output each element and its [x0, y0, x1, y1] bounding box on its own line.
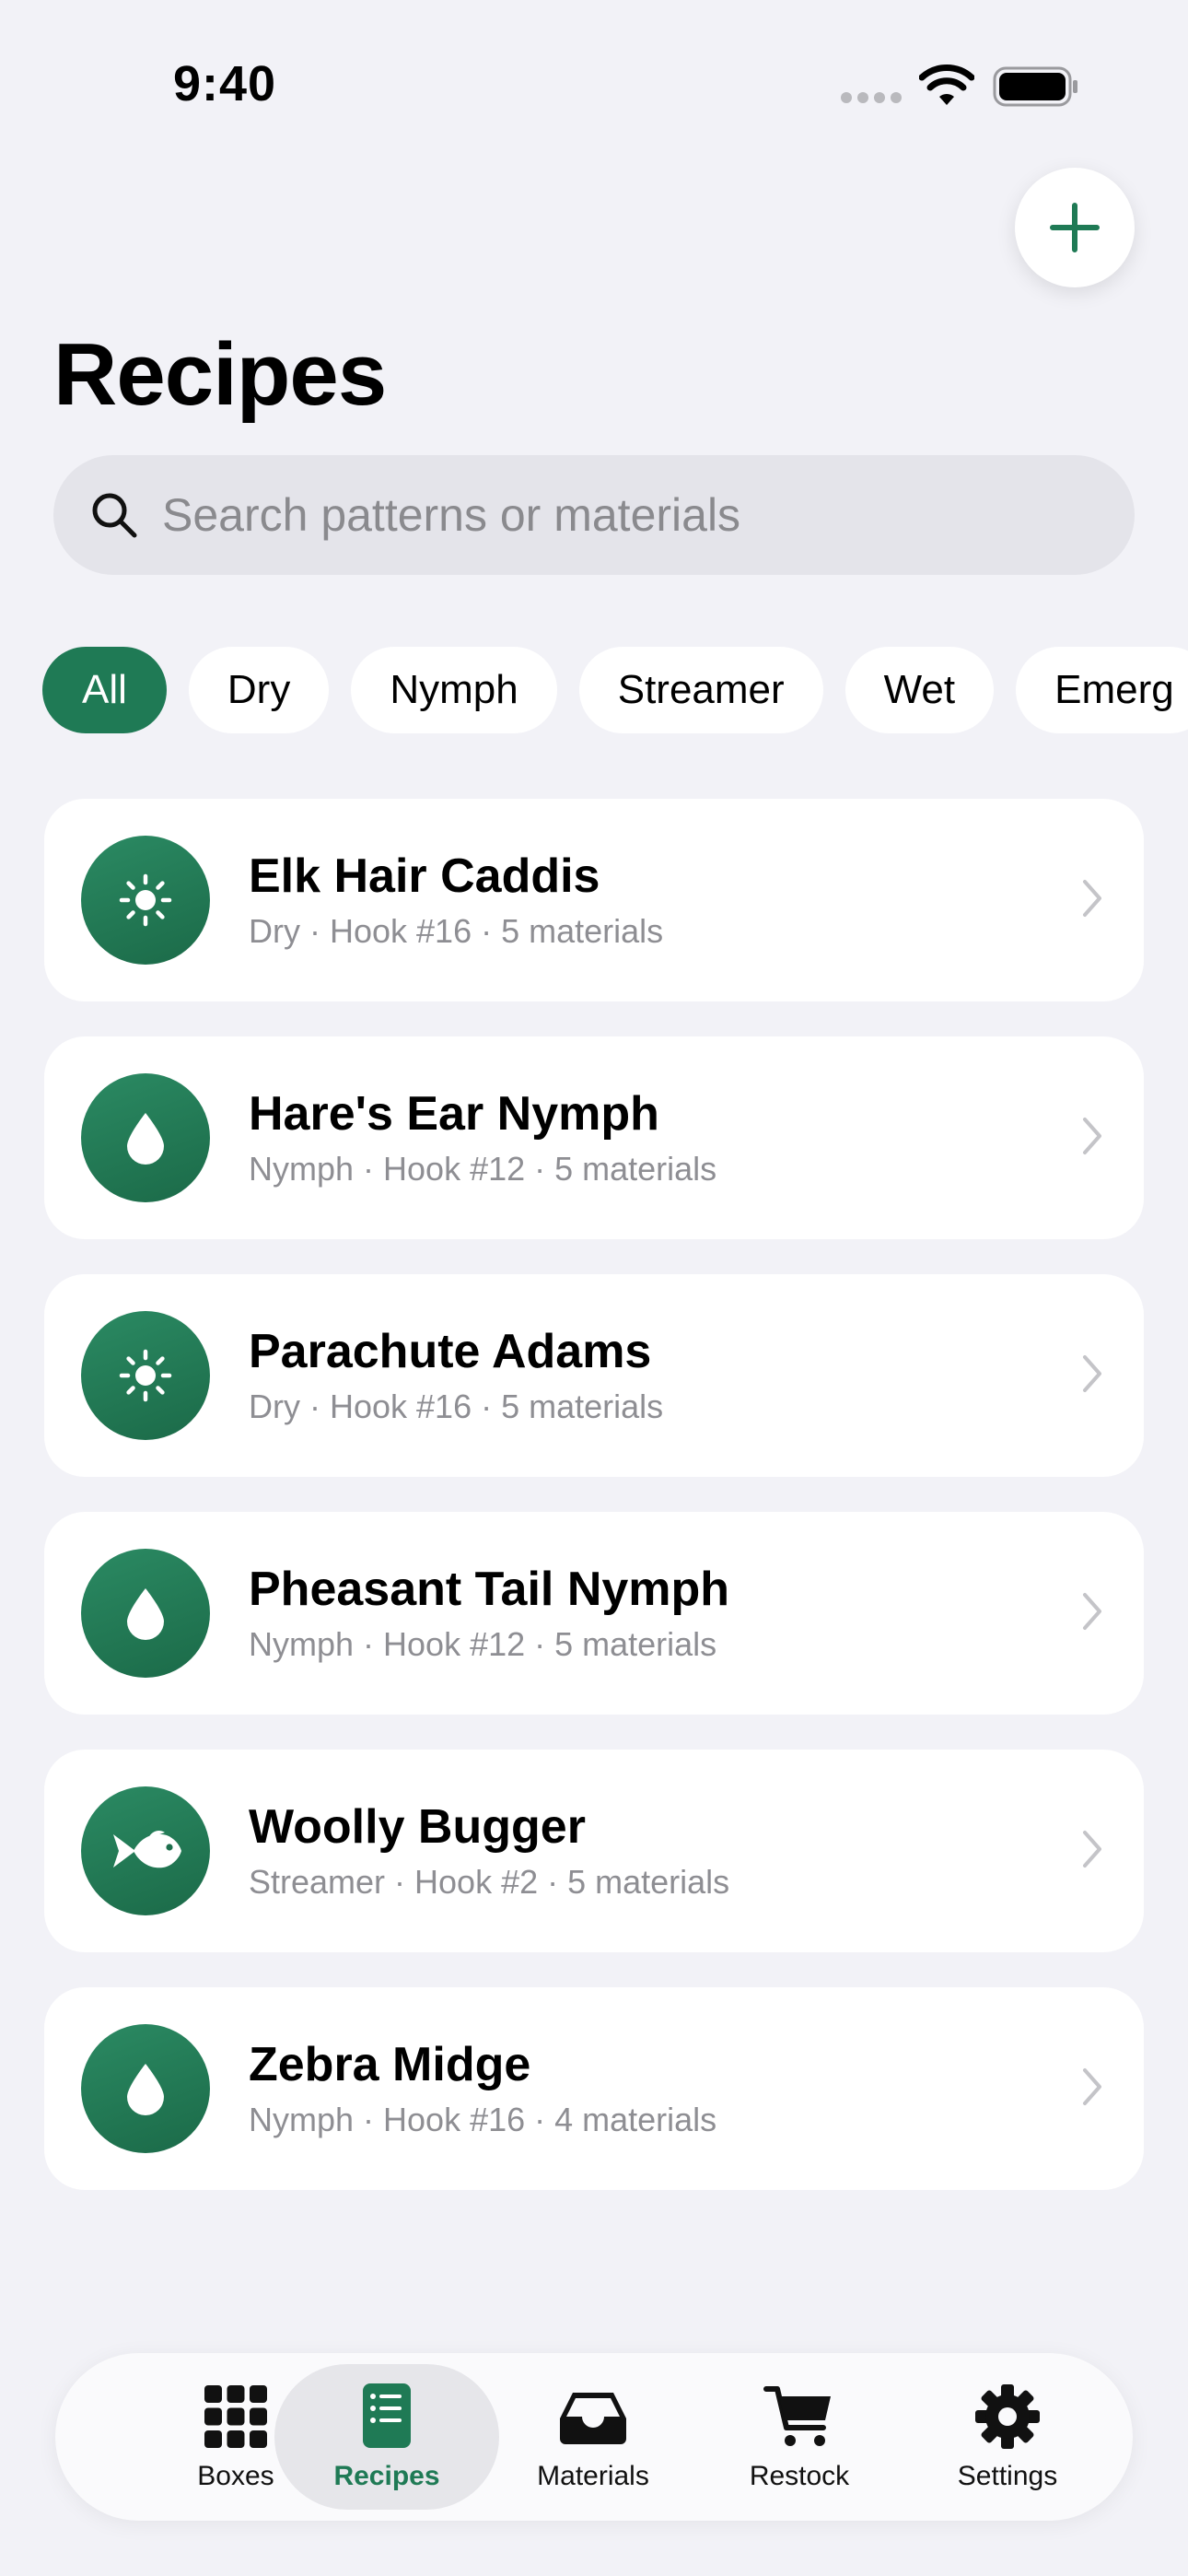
- tab-settings[interactable]: Settings: [895, 2364, 1120, 2510]
- sun-icon: [81, 836, 210, 965]
- status-bar: 9:40: [0, 0, 1188, 166]
- sun-icon: [81, 1311, 210, 1440]
- recipe-meta: Streamer · Hook #2 · 5 materials: [249, 1863, 730, 1901]
- recipe-meta: Dry · Hook #16 · 5 materials: [249, 912, 664, 950]
- recipe-row[interactable]: Parachute Adams Dry · Hook #16 · 5 mater…: [44, 1274, 1144, 1477]
- recipe-meta: Dry · Hook #16 · 5 materials: [249, 1388, 664, 1425]
- tab-recipes[interactable]: Recipes: [274, 2364, 499, 2510]
- wifi-icon: [919, 64, 974, 105]
- chevron-right-icon: [1083, 1593, 1101, 1630]
- filter-chip-streamer[interactable]: Streamer: [578, 647, 823, 733]
- recipe-row[interactable]: Woolly Bugger Streamer · Hook #2 · 5 mat…: [44, 1750, 1144, 1952]
- tab-restock[interactable]: Restock: [687, 2364, 912, 2510]
- recipe-name: Parachute Adams: [249, 1325, 652, 1378]
- status-time: 9:40: [173, 56, 277, 111]
- search-input[interactable]: [160, 487, 1085, 543]
- add-recipe-button[interactable]: [1015, 168, 1135, 287]
- recipe-meta: Nymph · Hook #12 · 5 materials: [249, 1625, 717, 1663]
- recipe-row[interactable]: Pheasant Tail Nymph Nymph · Hook #12 · 5…: [44, 1512, 1144, 1715]
- tab-materials[interactable]: Materials: [481, 2364, 705, 2510]
- list-icon: [363, 2383, 411, 2448]
- recipe-row[interactable]: Hare's Ear Nymph Nymph · Hook #12 · 5 ma…: [44, 1036, 1144, 1239]
- grid-icon: [204, 2385, 267, 2448]
- tab-bar: Boxes Recipes Materials Restock Settings: [55, 2353, 1133, 2521]
- chevron-right-icon: [1083, 2068, 1101, 2105]
- tab-label: Restock: [749, 2461, 850, 2491]
- battery-icon: [993, 66, 1077, 107]
- filter-chip-emerger[interactable]: Emerg: [1016, 647, 1188, 733]
- recipe-row[interactable]: Elk Hair Caddis Dry · Hook #16 · 5 mater…: [44, 799, 1144, 1001]
- cellular-signal-icon: [841, 92, 902, 103]
- recipe-name: Elk Hair Caddis: [249, 849, 600, 903]
- tab-label: Settings: [957, 2461, 1058, 2491]
- tab-label: Boxes: [197, 2461, 274, 2491]
- filter-chip-dry[interactable]: Dry: [188, 647, 330, 733]
- filter-chip-all[interactable]: All: [42, 647, 167, 733]
- search-bar[interactable]: [53, 455, 1135, 575]
- drop-icon: [81, 2024, 210, 2153]
- recipe-name: Hare's Ear Nymph: [249, 1087, 659, 1141]
- recipe-meta: Nymph · Hook #16 · 4 materials: [249, 2101, 717, 2138]
- recipe-name: Pheasant Tail Nymph: [249, 1563, 730, 1616]
- recipe-list: Elk Hair Caddis Dry · Hook #16 · 5 mater…: [44, 799, 1144, 2225]
- fish-icon: [81, 1786, 210, 1915]
- recipe-meta: Nymph · Hook #12 · 5 materials: [249, 1150, 717, 1188]
- recipe-name: Woolly Bugger: [249, 1800, 586, 1854]
- cart-icon: [763, 2386, 831, 2446]
- chevron-right-icon: [1083, 880, 1101, 917]
- recipe-name: Zebra Midge: [249, 2038, 531, 2091]
- tab-label: Materials: [537, 2461, 649, 2491]
- chevron-right-icon: [1083, 1118, 1101, 1154]
- filter-chip-nymph[interactable]: Nymph: [351, 647, 557, 733]
- tray-icon: [560, 2393, 626, 2444]
- tab-label: Recipes: [333, 2461, 440, 2491]
- gear-icon: [975, 2384, 1040, 2449]
- drop-icon: [81, 1549, 210, 1678]
- chevron-right-icon: [1083, 1355, 1101, 1392]
- page-title: Recipes: [53, 325, 387, 424]
- drop-icon: [81, 1073, 210, 1202]
- filter-chip-wet[interactable]: Wet: [844, 647, 995, 733]
- chevron-right-icon: [1083, 1831, 1101, 1868]
- plus-icon: [1050, 203, 1100, 252]
- search-icon: [92, 493, 137, 538]
- recipe-row[interactable]: Zebra Midge Nymph · Hook #16 · 4 materia…: [44, 1987, 1144, 2190]
- filter-chips: All Dry Nymph Streamer Wet Emerg: [42, 647, 1188, 735]
